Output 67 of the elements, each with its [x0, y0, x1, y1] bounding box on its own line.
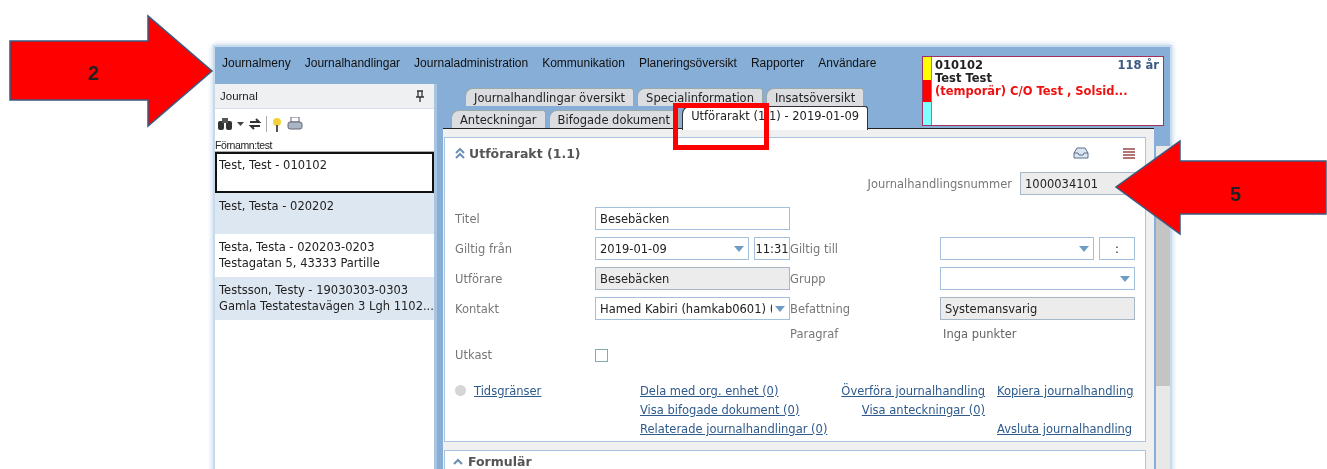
- menu-item[interactable]: Kommunikation: [535, 56, 632, 70]
- printer-icon[interactable]: [287, 117, 303, 131]
- tab[interactable]: Journalhandlingar översikt: [465, 88, 635, 106]
- section-title: Formulär: [468, 454, 532, 469]
- menu-item[interactable]: Journalmeny: [215, 56, 298, 70]
- action-link[interactable]: Visa bifogade dokument (0): [640, 401, 835, 420]
- arrow-icon: [1114, 139, 1327, 237]
- menu-item[interactable]: Planeringsöversikt: [631, 56, 744, 70]
- patient-list-item[interactable]: Testsson, Testy - 19030303-0303 Gamla Testatestavägen 3 Lgh 1102...: [215, 277, 434, 320]
- field-label: Giltig från: [455, 241, 514, 256]
- filter-label: Förnamn:test: [215, 139, 434, 152]
- field-label: Giltig till: [790, 241, 840, 256]
- tab[interactable]: Bifogade dokument: [548, 110, 680, 128]
- field-label: Befattning: [790, 301, 852, 316]
- arrow-icon: [8, 14, 215, 129]
- field-label: Titel: [455, 211, 481, 226]
- time-field[interactable]: :: [1099, 237, 1135, 260]
- patient-address: (temporär) C/O Test , Solsid...: [935, 85, 1129, 98]
- patient-list-item[interactable]: Test, Test - 010102: [215, 152, 434, 193]
- patient-age: 118 år: [1117, 59, 1159, 72]
- annotation-number: 5: [1230, 183, 1242, 206]
- field-label: Grupp: [790, 271, 827, 286]
- date-field[interactable]: [940, 237, 1094, 260]
- refresh-icon[interactable]: [248, 117, 262, 131]
- caret-icon[interactable]: [237, 122, 244, 126]
- panel-title: Journal: [220, 90, 258, 102]
- deadlines-link[interactable]: Tidsgränser: [474, 382, 542, 401]
- checkbox[interactable]: [595, 348, 608, 362]
- patient-id: 010102: [935, 59, 983, 72]
- section-title: Utförarakt (1.1): [469, 145, 581, 161]
- menu-item[interactable]: Journaladministration: [407, 56, 536, 70]
- menu-item[interactable]: Användare: [811, 56, 884, 70]
- readonly-field: Systemansvarig: [940, 297, 1135, 320]
- action-link[interactable]: Dela med org. enhet (0): [640, 382, 835, 401]
- status-dot-icon: [455, 385, 466, 396]
- action-link[interactable]: Visa anteckningar (0): [861, 401, 985, 420]
- menu-item[interactable]: Journalhandlingar: [297, 56, 408, 70]
- dropdown-field[interactable]: [940, 267, 1135, 290]
- action-link[interactable]: Relaterade journalhandlingar (0): [640, 420, 835, 439]
- time-field[interactable]: 11:31: [754, 237, 790, 260]
- binoculars-icon[interactable]: [217, 117, 233, 131]
- tab[interactable]: Insatsöversikt: [765, 88, 865, 106]
- field-label: Paragraf: [790, 327, 840, 341]
- field-label: Journalhandlingsnummer: [867, 176, 1012, 191]
- action-link[interactable]: Kopiera journalhandling: [997, 382, 1134, 401]
- tab[interactable]: Anteckningar: [451, 110, 546, 128]
- field-label: Kontakt: [455, 301, 501, 316]
- annotation-number: 2: [88, 62, 100, 85]
- text-field[interactable]: Besebäcken: [595, 207, 790, 230]
- collapse-icon[interactable]: [453, 457, 463, 466]
- patient-name: Test Test: [935, 72, 993, 85]
- collapse-icon[interactable]: [455, 147, 465, 159]
- pin-icon[interactable]: [416, 90, 424, 102]
- menu-item[interactable]: Rapporter: [743, 56, 812, 70]
- pin-icon[interactable]: [271, 116, 283, 132]
- inbox-icon[interactable]: [1073, 147, 1089, 159]
- tab[interactable]: Specialinformation: [637, 88, 763, 106]
- list-icon[interactable]: [1123, 147, 1135, 159]
- field-label: Utförare: [455, 271, 504, 286]
- action-link[interactable]: Avsluta journalhandling: [997, 420, 1134, 439]
- field-value: Inga punkter: [942, 327, 1017, 341]
- readonly-field: Besebäcken: [595, 267, 790, 290]
- patient-list-item[interactable]: Testa, Testa - 020203-0203 Testagatan 5, 43333 Partille: [215, 234, 434, 277]
- field-label: Utkast: [455, 348, 493, 362]
- patient-list-item[interactable]: Test, Testa - 020202: [215, 193, 434, 234]
- date-field[interactable]: 2019-01-09: [595, 237, 749, 260]
- action-link[interactable]: Överföra journalhandling: [841, 382, 985, 401]
